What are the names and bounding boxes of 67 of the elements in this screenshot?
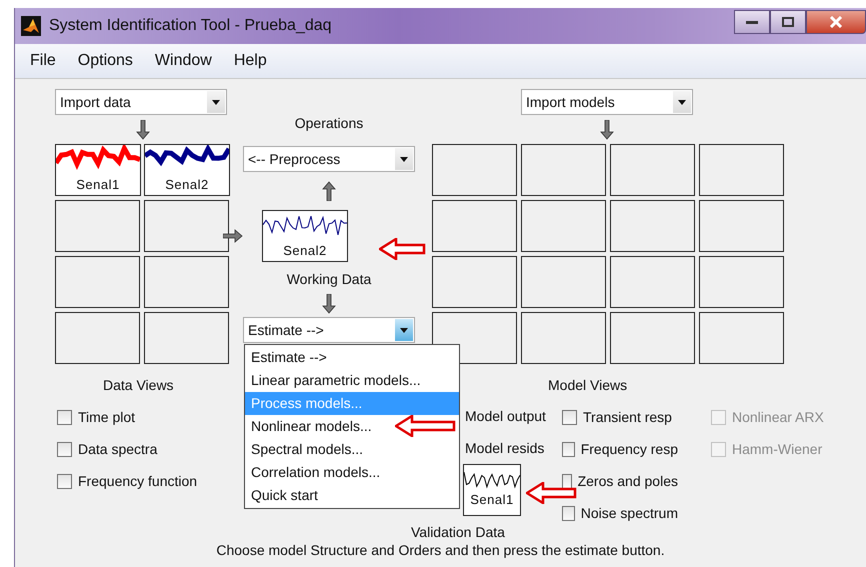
app-logo-icon [21, 16, 41, 36]
option-label: Model resids [465, 439, 544, 458]
model-views-label: Model Views [548, 377, 628, 393]
minimize-icon [746, 20, 758, 24]
close-button[interactable] [806, 10, 866, 34]
empty-data-slot[interactable] [55, 312, 140, 364]
menu-item[interactable]: Window [144, 52, 223, 70]
maximize-button[interactable] [770, 10, 806, 34]
minimize-button[interactable] [734, 10, 770, 34]
option-label: Model output [465, 407, 546, 426]
empty-data-slot[interactable] [144, 256, 229, 308]
hint-text: Choose model Structure and Orders and then press the estimate button. [216, 542, 665, 558]
validation-data-label: Validation Data [411, 524, 505, 540]
empty-model-slot[interactable] [610, 144, 695, 196]
empty-data-slot[interactable] [144, 312, 229, 364]
empty-data-slot[interactable] [55, 200, 140, 252]
empty-model-slot[interactable] [521, 312, 606, 364]
empty-model-slot[interactable] [610, 256, 695, 308]
empty-model-slot[interactable] [521, 144, 606, 196]
empty-model-slot[interactable] [610, 312, 695, 364]
outline-arrow-icon [379, 238, 426, 260]
preprocess-dropdown[interactable]: <-- Preprocess [243, 146, 415, 172]
import-data-dropdown[interactable]: Import data [55, 89, 227, 115]
outline-arrow-icon [395, 415, 456, 437]
checkbox-option[interactable]: Noise spectrum [562, 497, 678, 529]
menu-item[interactable]: File [19, 52, 67, 70]
right-arrow-icon [223, 229, 243, 243]
empty-model-slot[interactable] [699, 144, 784, 196]
window-title: System Identification Tool - Prueba_daq [49, 17, 332, 35]
checkbox-option[interactable]: Zeros and poles [562, 465, 678, 497]
working-data-thumbnail[interactable]: Senal2 [262, 210, 348, 262]
empty-model-slot[interactable] [610, 200, 695, 252]
menu-item[interactable]: Options [66, 52, 144, 70]
data-thumbnail[interactable]: Senal2 [144, 144, 230, 196]
validation-data-thumbnail[interactable]: Senal1 [463, 464, 521, 516]
empty-data-slot[interactable] [144, 200, 229, 252]
checkbox-option[interactable]: Transient resp [562, 401, 678, 433]
caret-icon [678, 100, 686, 104]
import-models-dropdown[interactable]: Import models [521, 89, 693, 115]
checkbox-option[interactable]: Frequency resp [562, 433, 678, 465]
operations-label: Operations [294, 115, 364, 131]
empty-model-slot[interactable] [521, 200, 606, 252]
maximize-icon [782, 17, 794, 27]
empty-model-slot[interactable] [432, 200, 517, 252]
outline-arrow-icon [526, 482, 576, 504]
down-arrow-icon [322, 294, 336, 314]
down-arrow-icon [600, 120, 614, 140]
working-data-label: Working Data [286, 271, 372, 287]
empty-data-slot[interactable] [55, 256, 140, 308]
caret-icon [400, 156, 408, 162]
checkbox-option[interactable]: Frequency function [57, 465, 198, 497]
up-arrow-icon [322, 181, 336, 201]
caret-icon [212, 100, 220, 104]
menu-item[interactable]: Help [222, 52, 278, 70]
empty-model-slot[interactable] [699, 256, 784, 308]
empty-model-slot[interactable] [432, 256, 517, 308]
empty-model-slot[interactable] [699, 200, 784, 252]
empty-model-slot[interactable] [521, 256, 606, 308]
down-arrow-icon [136, 120, 150, 140]
checkbox-option[interactable]: Time plot [57, 401, 198, 433]
data-thumbnail[interactable]: Senal1 [55, 144, 141, 196]
empty-model-slot[interactable] [699, 312, 784, 364]
data-views-label: Data Views [103, 377, 174, 393]
empty-model-slot[interactable] [432, 144, 517, 196]
close-icon [829, 16, 843, 28]
checkbox-option[interactable]: Data spectra [57, 433, 198, 465]
caret-icon [400, 328, 408, 332]
